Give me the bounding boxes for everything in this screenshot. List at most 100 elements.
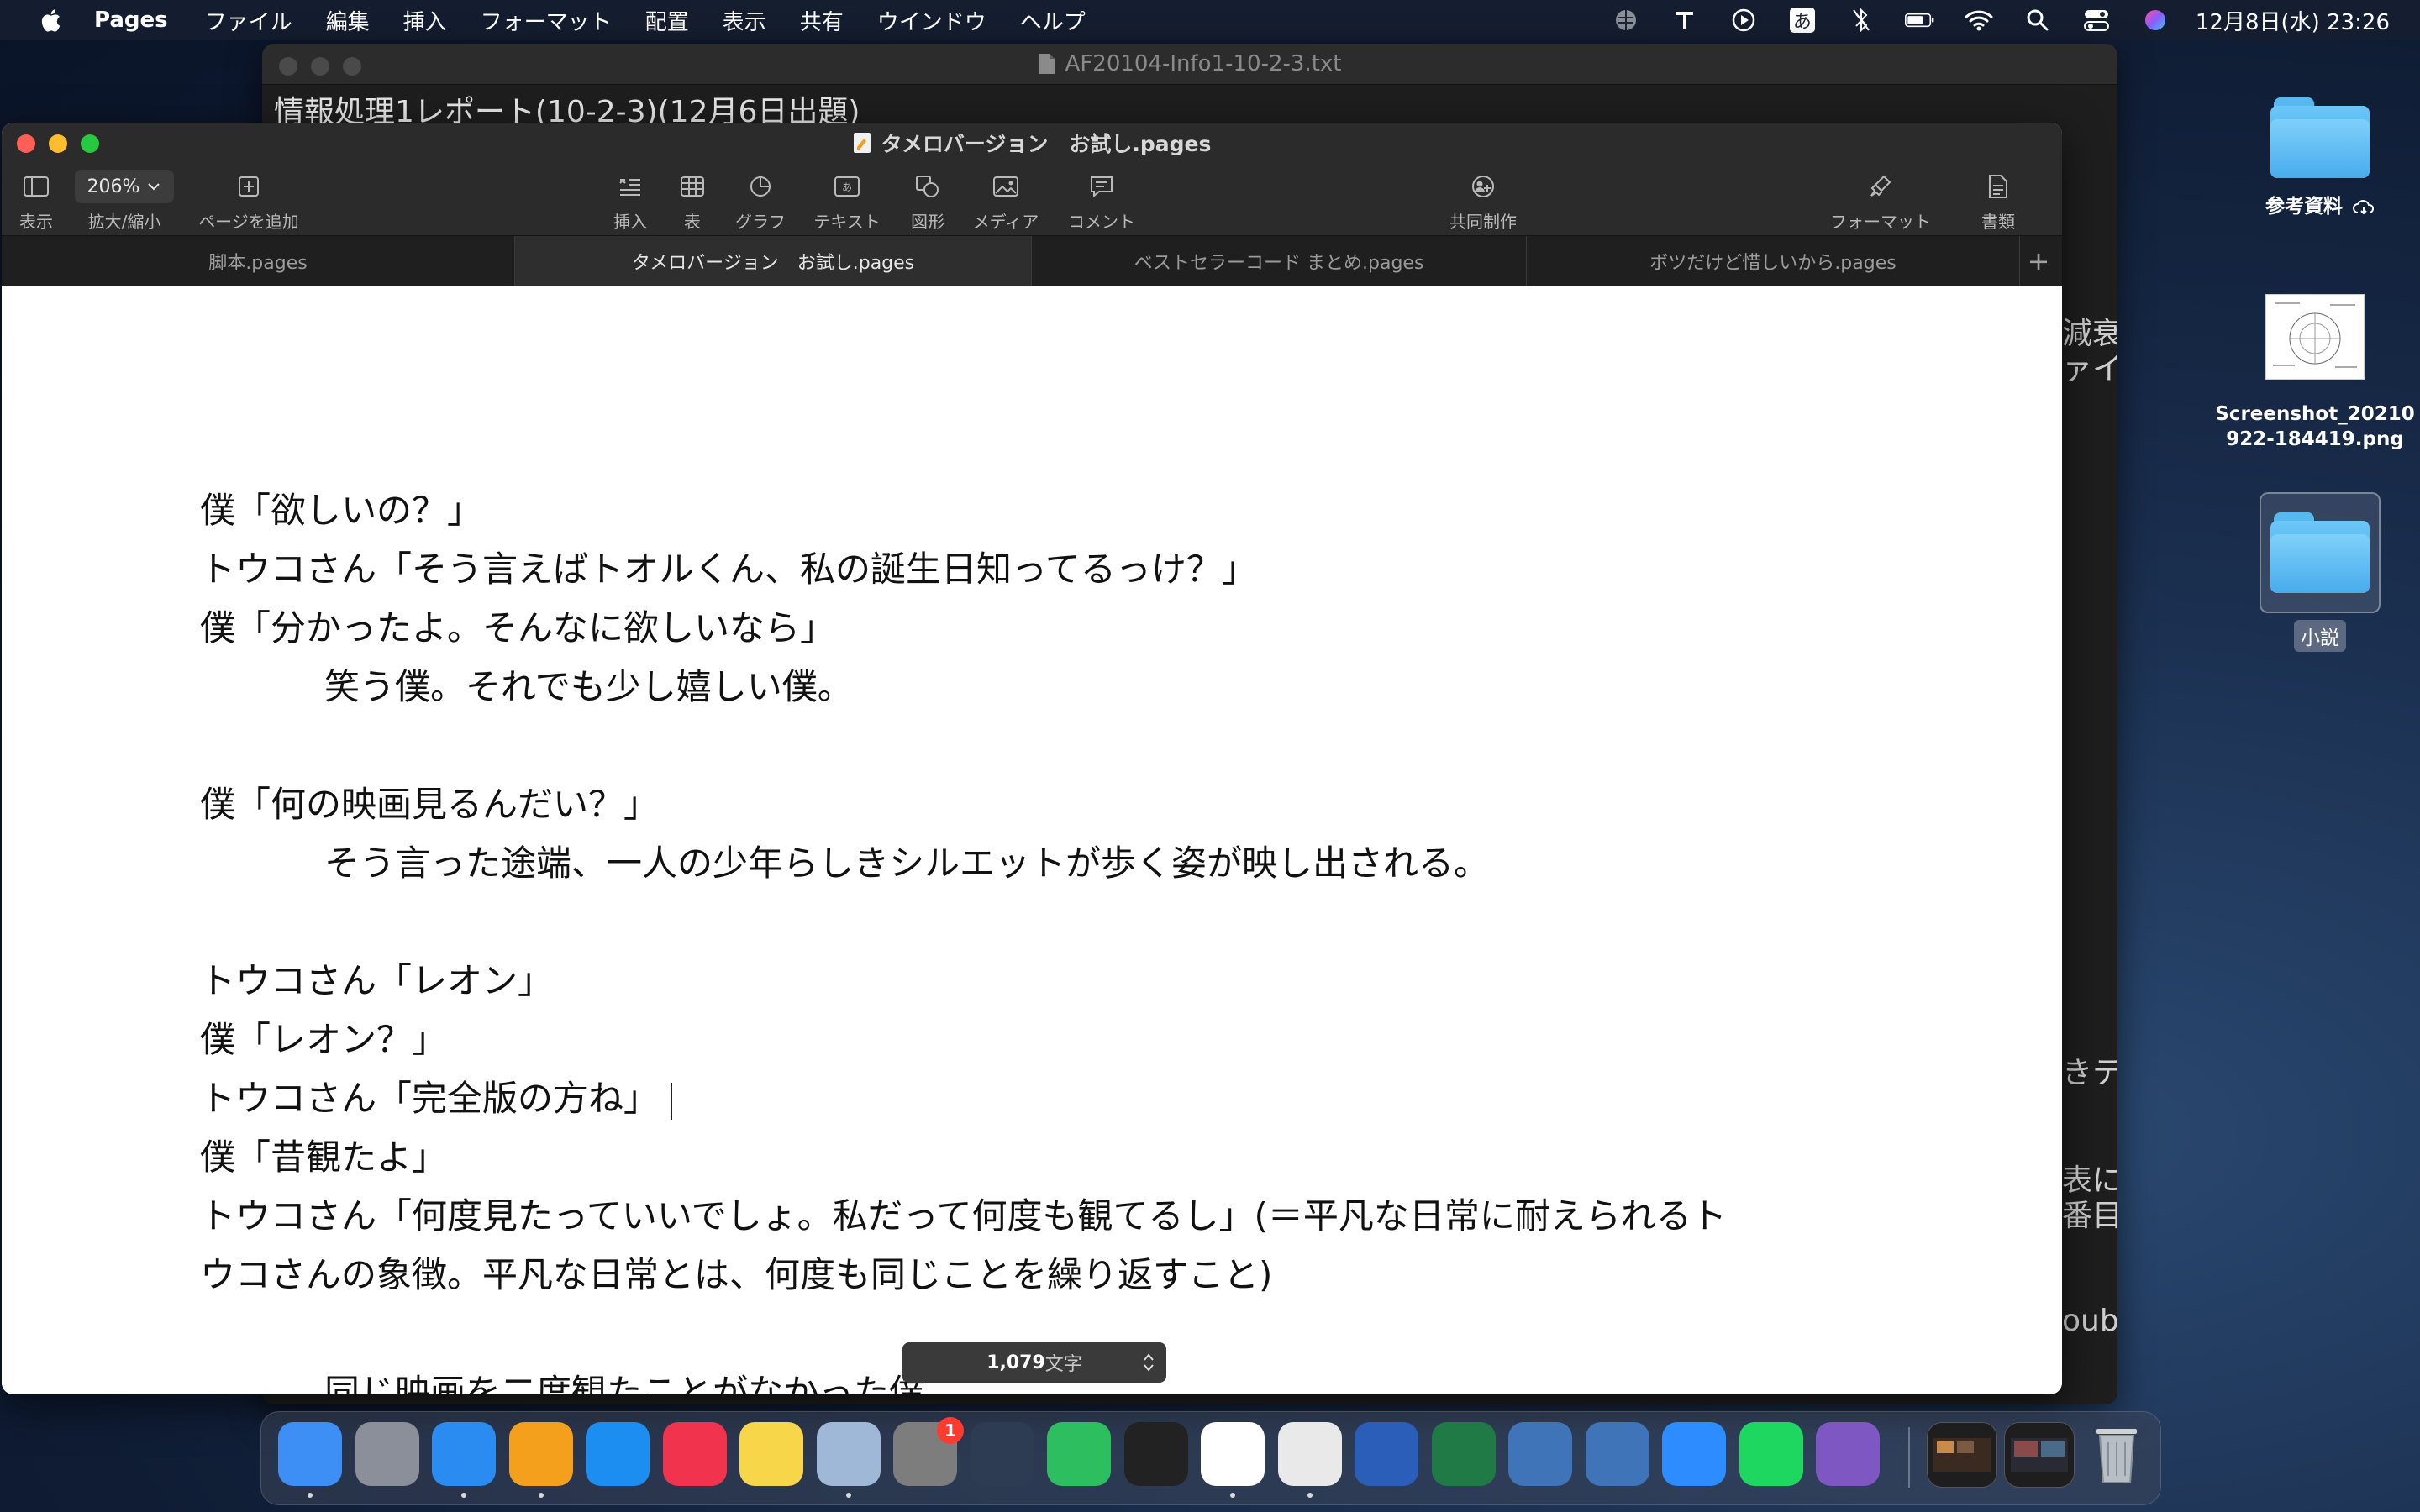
safari-icon[interactable] — [432, 1422, 496, 1486]
tab-rejected-drafts[interactable]: ボツだけど惜しいから.pages — [1527, 236, 2020, 286]
add-page-label: ページを追加 — [198, 212, 299, 232]
menu-view[interactable]: 表示 — [723, 5, 766, 36]
zoom-dropdown[interactable]: 206% — [75, 170, 174, 203]
spotlight-search-icon[interactable] — [2023, 7, 2053, 34]
zoom-icon[interactable] — [1662, 1422, 1726, 1486]
text-line[interactable]: 笑う僕。それでも少し嬉しい僕。 — [324, 659, 853, 710]
text-line[interactable]: ウコさんの象徴。平凡な日常とは、何度も同じことを繰り返すこと) — [200, 1247, 1272, 1298]
pages-window[interactable]: タメロバージョン お試し.pages 表示 206% 拡大/縮小 ページを追加 … — [2, 123, 2062, 1394]
desktop-screenshot-file[interactable]: Screenshot_20210 922-184419.png — [2210, 294, 2420, 452]
running-indicator — [1307, 1493, 1313, 1498]
menu-edit[interactable]: 編集 — [326, 5, 370, 36]
text-line[interactable]: トウコさん「そう言えばトオルくん、私の誕生日知ってるっけ？」 — [200, 541, 1257, 592]
quicktime-icon[interactable] — [970, 1422, 1034, 1486]
menu-clock[interactable]: 12月8日(水) 23:26 — [2196, 5, 2390, 36]
control-center-icon[interactable] — [2081, 7, 2112, 34]
pages-icon[interactable] — [508, 1422, 573, 1486]
play-circle-icon[interactable] — [1728, 7, 1759, 34]
document-button[interactable]: 書類 — [1976, 170, 2020, 233]
text-line[interactable]: 僕「分かったよ。そんなに欲しいなら」 — [200, 600, 835, 651]
globe-icon[interactable] — [1611, 7, 1641, 34]
notes-icon[interactable] — [739, 1422, 803, 1486]
text-line[interactable]: トウコさん「何度見たっていいでしょ。私だって何度も観てるし」(＝平凡な日常に耐え… — [200, 1188, 1727, 1239]
textedit-titlebar[interactable]: AF20104-Info1-10-2-3.txt — [262, 44, 2118, 85]
format-button[interactable]: フォーマット — [1827, 170, 1934, 233]
shape-button[interactable]: 図形 — [906, 170, 950, 233]
menu-insert[interactable]: 挿入 — [403, 5, 447, 36]
word-count-popup[interactable]: 1,079 文字 — [902, 1342, 1166, 1383]
input-method-icon[interactable]: あ — [1787, 7, 1818, 34]
pages-toolbar-area: タメロバージョン お試し.pages 表示 206% 拡大/縮小 ページを追加 … — [2, 123, 2062, 286]
virtualbox-icon[interactable] — [1508, 1422, 1572, 1486]
text-line[interactable]: そう言った途端、一人の少年らしきシルエットが歩く姿が映し出される。 — [324, 835, 1489, 886]
tab-label: ボツだけど惜しいから.pages — [1649, 253, 1897, 274]
menu-window[interactable]: ウインドウ — [877, 5, 986, 36]
menu-arrange[interactable]: 配置 — [645, 5, 689, 36]
tab-tamero-version[interactable]: タメロバージョン お試し.pages — [515, 236, 1032, 286]
voice-memos-icon[interactable] — [1123, 1422, 1188, 1486]
desktop-folder-reference[interactable]: 参考資料 — [2257, 97, 2383, 218]
folder-icon — [2270, 97, 2370, 178]
system-preferences-icon[interactable]: 1 — [893, 1417, 964, 1486]
tab-bestseller-code[interactable]: ベストセラーコード まとめ.pages — [1032, 236, 1527, 286]
zoom-control[interactable]: 206% 拡大/縮小 — [74, 170, 175, 233]
running-indicator — [461, 1493, 466, 1498]
spotify-icon[interactable] — [1739, 1422, 1803, 1486]
app-store-icon[interactable] — [586, 1422, 650, 1486]
wifi-icon[interactable] — [1964, 7, 1994, 34]
input-mode-label: あ — [1789, 8, 1815, 33]
view-button[interactable]: 表示 — [13, 170, 59, 233]
menu-file[interactable]: ファイル — [205, 5, 292, 36]
menu-help[interactable]: ヘルプ — [1020, 5, 1086, 36]
apple-menu-icon[interactable] — [37, 7, 62, 34]
virtualbox-vm-icon[interactable] — [1585, 1422, 1649, 1486]
siri-icon[interactable] — [2140, 7, 2170, 34]
menu-share[interactable]: 共有 — [800, 5, 844, 36]
text-line[interactable]: 僕「何の映画見るんだい？」 — [200, 776, 659, 827]
battery-icon[interactable] — [1904, 7, 1935, 34]
recent-chrome-window-thumbnail[interactable] — [1927, 1422, 1997, 1488]
desktop-folder-novel[interactable]: 小説 — [2257, 492, 2383, 652]
text-line-with-cursor[interactable]: トウコさん「完全版の方ね」 — [200, 1070, 673, 1121]
media-button[interactable]: メディア — [970, 170, 1042, 233]
document-icon — [1039, 54, 1055, 74]
folder-icon — [2270, 512, 2370, 593]
text-line[interactable]: 僕「昔観たよ」 — [200, 1129, 447, 1180]
text-tool-icon[interactable] — [1670, 7, 1700, 34]
text-line[interactable]: トウコさん「レオン」 — [200, 953, 553, 1004]
comment-button[interactable]: コメント — [1065, 170, 1138, 233]
running-indicator — [538, 1493, 544, 1498]
chart-button[interactable]: グラフ — [733, 170, 788, 233]
trash-icon[interactable] — [2085, 1422, 2149, 1486]
up-down-arrows-icon — [1144, 1353, 1154, 1372]
new-tab-button[interactable]: + — [2015, 236, 2062, 286]
menu-format[interactable]: フォーマット — [481, 5, 612, 36]
text-line: トウコさん「完全版の方ね」 — [200, 1078, 660, 1119]
collaborate-button[interactable]: 共同制作 — [1447, 170, 1519, 233]
table-icon — [674, 170, 711, 203]
music-icon[interactable] — [662, 1422, 727, 1486]
chart-label: グラフ — [735, 212, 786, 232]
excel-icon[interactable] — [1431, 1422, 1496, 1486]
menu-app-name[interactable]: Pages — [94, 8, 168, 33]
text-line[interactable]: 同じ映画を二度観たことがなかった僕。 — [324, 1364, 960, 1394]
tab-label: ベストセラーコード まとめ.pages — [1134, 253, 1424, 274]
add-page-button[interactable]: ページを追加 — [197, 170, 301, 233]
table-button[interactable]: 表 — [674, 170, 711, 233]
textedit-icon[interactable] — [1277, 1422, 1342, 1486]
tab-script[interactable]: 脚本.pages — [2, 236, 515, 286]
preview-icon[interactable] — [816, 1422, 881, 1486]
text-button[interactable]: あ テキスト — [810, 170, 884, 233]
text-line[interactable]: 僕「レオン？」 — [200, 1011, 447, 1063]
finder-icon[interactable] — [278, 1422, 342, 1486]
insert-button[interactable]: 挿入 — [610, 170, 650, 233]
bluetooth-off-icon[interactable] — [1846, 7, 1876, 34]
launchpad-icon[interactable] — [355, 1422, 419, 1486]
evernote-icon[interactable] — [1047, 1422, 1111, 1486]
word-icon[interactable] — [1355, 1422, 1418, 1486]
document-canvas[interactable]: 僕「欲しいの？」 トウコさん「そう言えばトオルくん、私の誕生日知ってるっけ？」 … — [2, 286, 2062, 1394]
emacs-icon[interactable] — [1816, 1422, 1880, 1486]
text-line[interactable]: 僕「欲しいの？」 — [200, 482, 482, 533]
chrome-icon[interactable] — [1201, 1422, 1265, 1486]
recent-safari-window-thumbnail[interactable] — [2004, 1422, 2075, 1488]
